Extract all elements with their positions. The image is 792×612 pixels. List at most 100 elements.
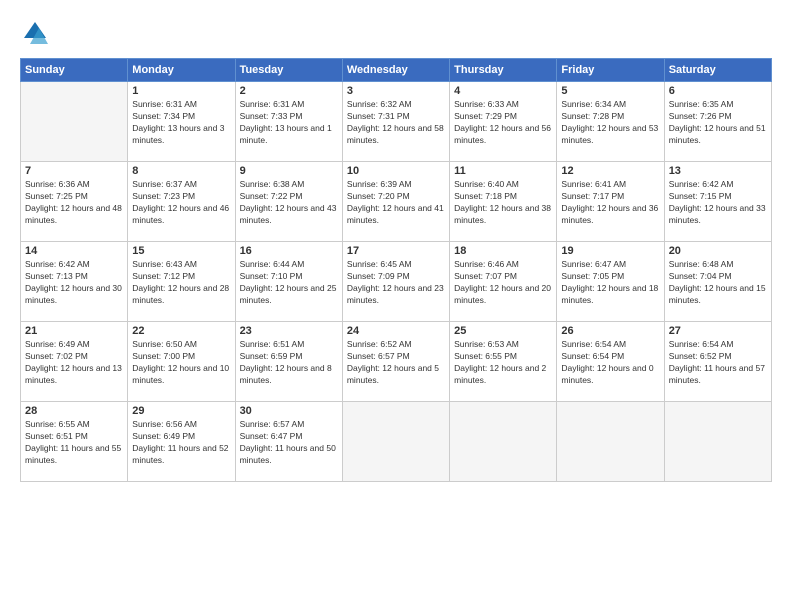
- day-info: Sunrise: 6:56 AMSunset: 6:49 PMDaylight:…: [132, 419, 230, 467]
- calendar-cell: 28Sunrise: 6:55 AMSunset: 6:51 PMDayligh…: [21, 402, 128, 482]
- calendar-cell: 23Sunrise: 6:51 AMSunset: 6:59 PMDayligh…: [235, 322, 342, 402]
- calendar-cell: 21 Sunrise: 6:49 AMSunset: 7:02 PMDayligh…: [21, 322, 128, 402]
- day-info: Sunrise: 6:54 AMSunset: 6:52 PMDaylight:…: [669, 339, 767, 387]
- calendar-cell: 11 Sunrise: 6:40 AMSunset: 7:18 PMDayligh…: [450, 162, 557, 242]
- day-info: Sunrise: 6:33 AMSunset: 7:29 PMDaylight:…: [454, 99, 552, 147]
- calendar-cell: 16Sunrise: 6:44 AMSunset: 7:10 PMDayligh…: [235, 242, 342, 322]
- calendar-cell: 14 Sunrise: 6:42 AMSunset: 7:13 PMDayligh…: [21, 242, 128, 322]
- calendar-cell: 24 Sunrise: 6:52 AMSunset: 6:57 PMDayligh…: [342, 322, 449, 402]
- day-number: 22: [132, 325, 230, 337]
- calendar-week-row: 7Sunrise: 6:36 AMSunset: 7:25 PMDaylight…: [21, 162, 772, 242]
- day-info: Sunrise: 6:49 AMSunset: 7:02 PMDaylight:…: [25, 339, 123, 387]
- day-number: 19: [561, 245, 659, 257]
- day-number: 2: [240, 85, 338, 97]
- day-info: Sunrise: 6:45 AMSunset: 7:09 PMDaylight:…: [347, 259, 445, 307]
- weekday-header: Saturday: [664, 59, 771, 82]
- calendar-week-row: 21 Sunrise: 6:49 AMSunset: 7:02 PMDayligh…: [21, 322, 772, 402]
- calendar-cell: 13 Sunrise: 6:42 AMSunset: 7:15 PMDayligh…: [664, 162, 771, 242]
- calendar-cell: [342, 402, 449, 482]
- day-info: Sunrise: 6:48 AMSunset: 7:04 PMDaylight:…: [669, 259, 767, 307]
- day-info: Sunrise: 6:35 AMSunset: 7:26 PMDaylight:…: [669, 99, 767, 147]
- day-info: Sunrise: 6:36 AMSunset: 7:25 PMDaylight:…: [25, 179, 123, 227]
- day-number: 3: [347, 85, 445, 97]
- calendar-week-row: 14 Sunrise: 6:42 AMSunset: 7:13 PMDayligh…: [21, 242, 772, 322]
- calendar: SundayMondayTuesdayWednesdayThursdayFrid…: [20, 58, 772, 482]
- calendar-cell: 17 Sunrise: 6:45 AMSunset: 7:09 PMDayligh…: [342, 242, 449, 322]
- calendar-week-row: 28Sunrise: 6:55 AMSunset: 6:51 PMDayligh…: [21, 402, 772, 482]
- calendar-cell: 20 Sunrise: 6:48 AMSunset: 7:04 PMDayligh…: [664, 242, 771, 322]
- calendar-cell: 27 Sunrise: 6:54 AMSunset: 6:52 PMDayligh…: [664, 322, 771, 402]
- calendar-week-row: 1 Sunrise: 6:31 AMSunset: 7:34 PMDaylight…: [21, 82, 772, 162]
- calendar-cell: 29 Sunrise: 6:56 AMSunset: 6:49 PMDayligh…: [128, 402, 235, 482]
- calendar-cell: 26 Sunrise: 6:54 AMSunset: 6:54 PMDayligh…: [557, 322, 664, 402]
- day-number: 5: [561, 85, 659, 97]
- day-number: 9: [240, 165, 338, 177]
- calendar-cell: 2Sunrise: 6:31 AMSunset: 7:33 PMDaylight…: [235, 82, 342, 162]
- calendar-cell: [21, 82, 128, 162]
- day-info: Sunrise: 6:55 AMSunset: 6:51 PMDaylight:…: [25, 419, 123, 467]
- calendar-cell: 30Sunrise: 6:57 AMSunset: 6:47 PMDayligh…: [235, 402, 342, 482]
- day-number: 12: [561, 165, 659, 177]
- weekday-header: Wednesday: [342, 59, 449, 82]
- day-info: Sunrise: 6:43 AMSunset: 7:12 PMDaylight:…: [132, 259, 230, 307]
- day-info: Sunrise: 6:39 AMSunset: 7:20 PMDaylight:…: [347, 179, 445, 227]
- day-number: 21: [25, 325, 123, 337]
- day-info: Sunrise: 6:34 AMSunset: 7:28 PMDaylight:…: [561, 99, 659, 147]
- calendar-cell: 10 Sunrise: 6:39 AMSunset: 7:20 PMDayligh…: [342, 162, 449, 242]
- calendar-cell: 5 Sunrise: 6:34 AMSunset: 7:28 PMDaylight…: [557, 82, 664, 162]
- day-number: 30: [240, 405, 338, 417]
- calendar-cell: 7Sunrise: 6:36 AMSunset: 7:25 PMDaylight…: [21, 162, 128, 242]
- page-container: SundayMondayTuesdayWednesdayThursdayFrid…: [0, 0, 792, 612]
- day-number: 4: [454, 85, 552, 97]
- day-info: Sunrise: 6:41 AMSunset: 7:17 PMDaylight:…: [561, 179, 659, 227]
- weekday-header: Tuesday: [235, 59, 342, 82]
- weekday-header: Monday: [128, 59, 235, 82]
- day-number: 17: [347, 245, 445, 257]
- logo-icon: [20, 18, 50, 48]
- calendar-cell: 6Sunrise: 6:35 AMSunset: 7:26 PMDaylight…: [664, 82, 771, 162]
- day-number: 10: [347, 165, 445, 177]
- calendar-cell: 12 Sunrise: 6:41 AMSunset: 7:17 PMDayligh…: [557, 162, 664, 242]
- day-info: Sunrise: 6:53 AMSunset: 6:55 PMDaylight:…: [454, 339, 552, 387]
- day-number: 26: [561, 325, 659, 337]
- day-info: Sunrise: 6:42 AMSunset: 7:13 PMDaylight:…: [25, 259, 123, 307]
- day-number: 20: [669, 245, 767, 257]
- calendar-cell: 18 Sunrise: 6:46 AMSunset: 7:07 PMDayligh…: [450, 242, 557, 322]
- weekday-header: Thursday: [450, 59, 557, 82]
- calendar-cell: [450, 402, 557, 482]
- day-info: Sunrise: 6:32 AMSunset: 7:31 PMDaylight:…: [347, 99, 445, 147]
- day-info: Sunrise: 6:31 AMSunset: 7:34 PMDaylight:…: [132, 99, 230, 147]
- day-number: 24: [347, 325, 445, 337]
- calendar-cell: 4 Sunrise: 6:33 AMSunset: 7:29 PMDaylight…: [450, 82, 557, 162]
- logo: [20, 18, 54, 48]
- day-number: 8: [132, 165, 230, 177]
- day-info: Sunrise: 6:44 AMSunset: 7:10 PMDaylight:…: [240, 259, 338, 307]
- day-info: Sunrise: 6:37 AMSunset: 7:23 PMDaylight:…: [132, 179, 230, 227]
- day-info: Sunrise: 6:46 AMSunset: 7:07 PMDaylight:…: [454, 259, 552, 307]
- day-number: 27: [669, 325, 767, 337]
- day-number: 11: [454, 165, 552, 177]
- calendar-cell: 19 Sunrise: 6:47 AMSunset: 7:05 PMDayligh…: [557, 242, 664, 322]
- day-number: 14: [25, 245, 123, 257]
- day-number: 25: [454, 325, 552, 337]
- calendar-cell: 8 Sunrise: 6:37 AMSunset: 7:23 PMDaylight…: [128, 162, 235, 242]
- day-info: Sunrise: 6:50 AMSunset: 7:00 PMDaylight:…: [132, 339, 230, 387]
- day-info: Sunrise: 6:54 AMSunset: 6:54 PMDaylight:…: [561, 339, 659, 387]
- day-number: 23: [240, 325, 338, 337]
- weekday-header-row: SundayMondayTuesdayWednesdayThursdayFrid…: [21, 59, 772, 82]
- header: [20, 18, 772, 48]
- day-info: Sunrise: 6:40 AMSunset: 7:18 PMDaylight:…: [454, 179, 552, 227]
- day-number: 13: [669, 165, 767, 177]
- day-number: 29: [132, 405, 230, 417]
- calendar-cell: 9Sunrise: 6:38 AMSunset: 7:22 PMDaylight…: [235, 162, 342, 242]
- day-number: 18: [454, 245, 552, 257]
- calendar-cell: [557, 402, 664, 482]
- day-info: Sunrise: 6:47 AMSunset: 7:05 PMDaylight:…: [561, 259, 659, 307]
- day-info: Sunrise: 6:42 AMSunset: 7:15 PMDaylight:…: [669, 179, 767, 227]
- day-number: 1: [132, 85, 230, 97]
- weekday-header: Sunday: [21, 59, 128, 82]
- calendar-cell: 3 Sunrise: 6:32 AMSunset: 7:31 PMDaylight…: [342, 82, 449, 162]
- calendar-cell: 1 Sunrise: 6:31 AMSunset: 7:34 PMDaylight…: [128, 82, 235, 162]
- day-info: Sunrise: 6:52 AMSunset: 6:57 PMDaylight:…: [347, 339, 445, 387]
- calendar-cell: 22 Sunrise: 6:50 AMSunset: 7:00 PMDayligh…: [128, 322, 235, 402]
